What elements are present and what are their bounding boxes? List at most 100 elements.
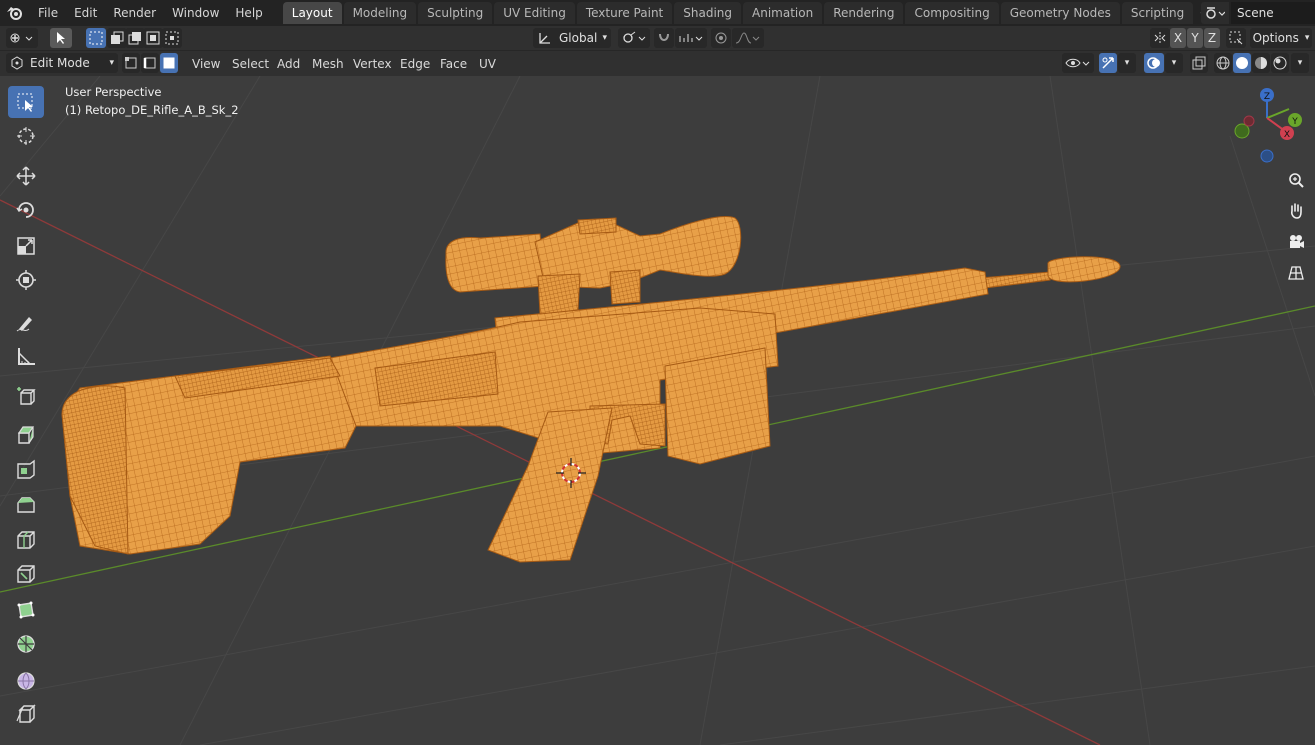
visibility-dropdown[interactable] [1062,53,1094,73]
tab-shading[interactable]: Shading [674,2,741,24]
blender-logo-icon[interactable] [0,0,30,26]
tab-sculpting[interactable]: Sculpting [418,2,493,24]
tab-uv-editing[interactable]: UV Editing [494,2,575,24]
tab-compositing[interactable]: Compositing [905,2,999,24]
shading-wireframe-icon[interactable] [1214,53,1232,73]
spin-icon [17,635,35,653]
mirror-axis-x[interactable]: X [1170,28,1186,48]
tab-scripting[interactable]: Scripting [1121,2,1194,24]
falloff-curve-icon [735,32,760,44]
face-select-mode-icon[interactable] [160,53,178,73]
mode-dropdown[interactable]: Edit Mode ▾ [6,53,118,73]
tab-geometry-nodes[interactable]: Geometry Nodes [1000,2,1120,24]
shading-rendered-icon[interactable] [1271,53,1289,73]
scene-icon[interactable] [1201,2,1229,24]
perspective-grid-icon[interactable] [1283,260,1309,286]
move-tool[interactable] [8,160,44,192]
select-mode-subtract-icon[interactable] [125,28,145,48]
menu-vertex[interactable]: Vertex [347,54,398,74]
smooth-tool[interactable] [8,664,44,696]
tab-modeling[interactable]: Modeling [343,2,417,24]
select-mode-invert-icon[interactable] [143,28,163,48]
mirror-axis-z[interactable]: Z [1204,28,1220,48]
poly-build-tool[interactable] [8,594,44,626]
proportional-falloff-dropdown[interactable] [732,28,764,48]
measure-tool[interactable] [8,340,44,372]
menu-edge[interactable]: Edge [394,54,436,74]
inset-tool[interactable] [8,454,44,486]
camera-view-icon[interactable] [1283,229,1309,255]
menu-mesh[interactable]: Mesh [306,54,350,74]
mirror-axis-y[interactable]: Y [1187,28,1203,48]
shading-solid-icon[interactable] [1233,53,1251,73]
snap-target-dropdown[interactable] [675,28,707,48]
select-box-tool[interactable] [8,86,44,118]
pan-hand-icon[interactable] [1283,198,1309,224]
menu-uv[interactable]: UV [473,54,502,74]
cursor-tool[interactable] [8,120,44,152]
bevel-tool[interactable] [8,488,44,520]
menu-face[interactable]: Face [434,54,473,74]
annotate-tool[interactable] [8,306,44,338]
show-gizmo-icon[interactable] [1099,53,1117,73]
tab-animation[interactable]: Animation [743,2,823,24]
mode-value: Edit Mode [30,56,90,70]
inset-icon [17,459,35,479]
add-cube-tool[interactable] [8,380,44,412]
loop-cut-tool[interactable] [8,524,44,556]
tab-rendering[interactable]: Rendering [824,2,904,24]
menu-edit[interactable]: Edit [66,0,105,26]
cursor-icon [17,127,35,145]
options-dropdown[interactable]: Options ▾ [1250,28,1312,48]
options-label: Options [1252,31,1299,45]
vertex-select-mode-icon[interactable] [122,53,140,73]
menu-file[interactable]: File [30,0,66,26]
pivot-point-dropdown[interactable] [618,28,650,48]
select-mode-new-icon[interactable] [86,28,106,48]
proportional-edit-icon[interactable] [711,28,731,48]
auto-merge-icon[interactable] [1226,28,1246,48]
snap-increment-icon [679,34,703,42]
shear-tool[interactable] [8,698,44,730]
tab-texture-paint[interactable]: Texture Paint [576,2,673,24]
scale-tool[interactable] [8,230,44,262]
shading-material-icon[interactable] [1252,53,1270,73]
transform-tool[interactable] [8,264,44,296]
show-overlays-icon[interactable] [1144,53,1164,73]
select-box-icon [17,93,33,112]
menu-select[interactable]: Select [226,54,275,74]
rifle-mesh[interactable] [61,216,1121,563]
transform-orientation-dropdown[interactable]: Global ▾ [533,28,611,48]
edge-select-mode-icon[interactable] [141,53,159,73]
editor-type-icon[interactable] [6,28,38,48]
tab-layout[interactable]: Layout [282,2,342,24]
xray-toggle-icon[interactable] [1190,53,1208,73]
menu-help[interactable]: Help [227,0,270,26]
select-mode-extend-icon[interactable] [107,28,127,48]
extrude-tool[interactable] [8,418,44,450]
snap-toggle-icon[interactable] [654,28,674,48]
blender-window: File Edit Render Window Help Layout Mode… [0,0,1315,745]
rotate-tool[interactable] [8,194,44,226]
navigation-gizmo[interactable]: Z Y X [1234,88,1302,163]
menu-add[interactable]: Add [271,54,306,74]
shading-options-chevron-icon[interactable]: ▾ [1291,53,1309,73]
select-tool-icon[interactable] [50,28,72,48]
gizmo-x-label: X [1284,130,1290,140]
viewport-canvas[interactable]: Z Y X [0,76,1315,745]
scene-name-field[interactable]: Scene [1231,2,1315,24]
scene-selector: Scene [1201,2,1315,24]
select-mode-intersect-icon[interactable] [162,28,182,48]
menu-view[interactable]: View [186,54,226,74]
menu-window[interactable]: Window [164,0,227,26]
zoom-icon[interactable] [1283,167,1309,193]
view-perspective-label: User Perspective [65,85,162,99]
knife-tool[interactable] [8,558,44,590]
overlay-options-chevron-icon[interactable]: ▾ [1165,53,1183,73]
rotate-icon [16,202,34,218]
gizmo-options-chevron-icon[interactable]: ▾ [1118,53,1136,73]
menu-render[interactable]: Render [105,0,164,26]
spin-tool[interactable] [8,628,44,660]
3d-viewport[interactable]: Z Y X User Perspective (1) Retopo_DE_Rif… [0,76,1315,745]
mirror-options-icon[interactable] [1150,28,1170,48]
